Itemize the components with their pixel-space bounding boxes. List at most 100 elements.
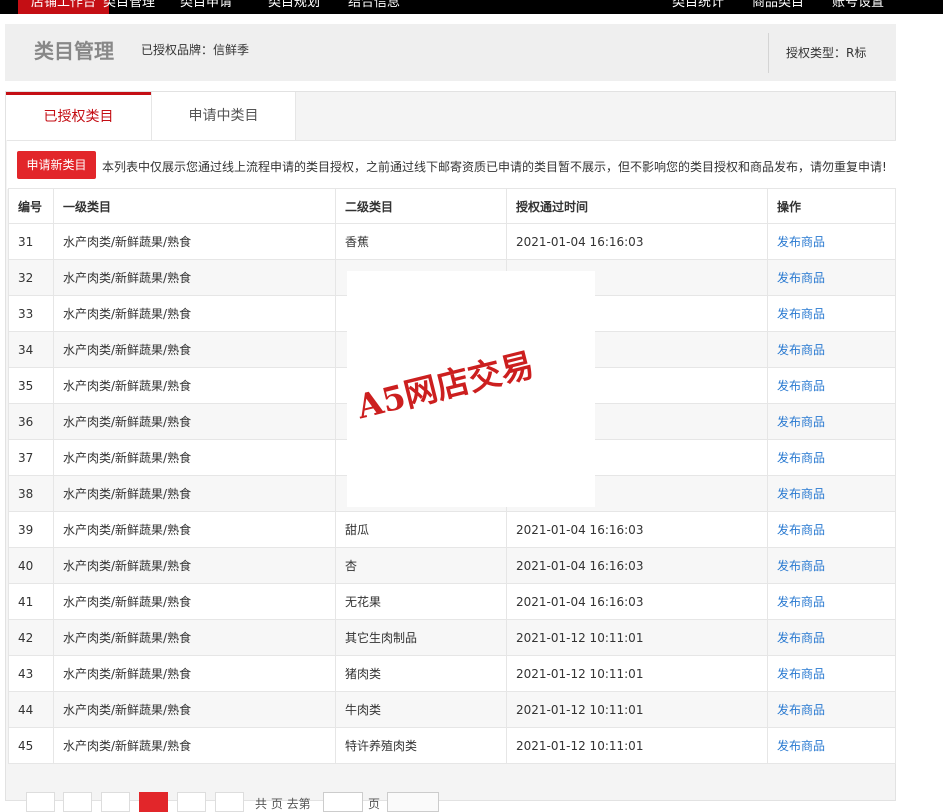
publish-product-link[interactable]: 发布商品 (777, 451, 825, 465)
publish-product-link[interactable]: 发布商品 (777, 739, 825, 753)
nav-item-workbench[interactable]: 店铺工作台 (18, 0, 110, 14)
cell-level1-category: 水产肉类/新鲜蔬果/熟食 (53, 583, 336, 620)
publish-product-link[interactable]: 发布商品 (777, 559, 825, 573)
page-title: 类目管理 (34, 39, 114, 63)
header-id: 编号 (8, 188, 54, 224)
cell-id: 36 (8, 403, 54, 440)
page-prev-button[interactable] (63, 792, 92, 812)
tab-bar: 已授权类目 申请中类目 (6, 92, 895, 140)
page-next-button[interactable] (177, 792, 206, 812)
cell-level1-category: 水产肉类/新鲜蔬果/熟食 (53, 655, 336, 692)
cell-id: 40 (8, 547, 54, 584)
cell-level1-category: 水产肉类/新鲜蔬果/熟食 (53, 547, 336, 584)
table-row: 41 水产肉类/新鲜蔬果/熟食 无花果 2021-01-04 16:16:03 发布商品 (8, 583, 896, 620)
cell-operation: 发布商品 (767, 583, 896, 620)
cell-level1-category: 水产肉类/新鲜蔬果/熟食 (53, 403, 336, 440)
cell-id: 43 (8, 655, 54, 692)
nav-item-3[interactable]: 类目规划 (268, 0, 320, 14)
cell-authorized-time: 2021-01-12 10:11:01 (506, 655, 768, 692)
authorization-type: 授权类型：R标 (786, 46, 867, 60)
header-level1-category: 一级类目 (53, 188, 336, 224)
publish-product-link[interactable]: 发布商品 (777, 703, 825, 717)
cell-id: 44 (8, 691, 54, 728)
cell-level1-category: 水产肉类/新鲜蔬果/熟食 (53, 439, 336, 476)
cell-id: 45 (8, 727, 54, 764)
page-current-button[interactable] (139, 792, 168, 812)
cell-authorized-time: 2021-01-04 16:16:03 (506, 547, 768, 584)
cell-operation: 发布商品 (767, 547, 896, 584)
page-last-button[interactable] (215, 792, 244, 812)
publish-product-link[interactable]: 发布商品 (777, 631, 825, 645)
cell-id: 42 (8, 619, 54, 656)
cell-id: 41 (8, 583, 54, 620)
cell-operation: 发布商品 (767, 511, 896, 548)
table-row: 44 水产肉类/新鲜蔬果/熟食 牛肉类 2021-01-12 10:11:01 发布商品 (8, 691, 896, 728)
cell-level1-category: 水产肉类/新鲜蔬果/熟食 (53, 295, 336, 332)
table-row: 42 水产肉类/新鲜蔬果/熟食 其它生肉制品 2021-01-12 10:11:01 发… (8, 619, 896, 656)
cell-operation: 发布商品 (767, 331, 896, 368)
publish-product-link[interactable]: 发布商品 (777, 235, 825, 249)
cell-level2-category: 香蕉 (335, 223, 507, 260)
cell-id: 34 (8, 331, 54, 368)
cell-operation: 发布商品 (767, 691, 896, 728)
table-row: 40 水产肉类/新鲜蔬果/熟食杏 2021-01-04 16:16:03 发布商品 (8, 547, 896, 584)
nav-item-right-2[interactable]: 商品类目 (752, 0, 804, 14)
nav-item-2[interactable]: 类目申请 (180, 0, 232, 14)
cell-authorized-time: 2021-01-04 16:16:03 (506, 583, 768, 620)
publish-product-link[interactable]: 发布商品 (777, 415, 825, 429)
table-row: 43 水产肉类/新鲜蔬果/熟食 猪肉类 2021-01-12 10:11:01 发布商品 (8, 655, 896, 692)
header-authorized-time: 授权通过时间 (506, 188, 768, 224)
cell-level2-category: 猪肉类 (335, 655, 507, 692)
cell-level2-category: 特许养殖肉类 (335, 727, 507, 764)
cell-id: 37 (8, 439, 54, 476)
page-first-button[interactable] (26, 792, 55, 812)
page-button[interactable] (101, 792, 130, 812)
publish-product-link[interactable]: 发布商品 (777, 487, 825, 501)
cell-level1-category: 水产肉类/新鲜蔬果/熟食 (53, 691, 336, 728)
cell-id: 38 (8, 475, 54, 512)
cell-level2-category: 其它生肉制品 (335, 619, 507, 656)
cell-operation: 发布商品 (767, 727, 896, 764)
publish-product-link[interactable]: 发布商品 (777, 523, 825, 537)
publish-product-link[interactable]: 发布商品 (777, 307, 825, 321)
cell-operation: 发布商品 (767, 295, 896, 332)
cell-operation: 发布商品 (767, 223, 896, 260)
tab-authorized-categories[interactable]: 已授权类目 (6, 92, 151, 140)
cell-level1-category: 水产肉类/新鲜蔬果/熟食 (53, 259, 336, 296)
pager-total-text: 共 页 去第 (255, 797, 311, 811)
nav-item-4[interactable]: 结合信息 (348, 0, 400, 14)
cell-operation: 发布商品 (767, 367, 896, 404)
tab-applying-categories[interactable]: 申请中类目 (151, 92, 296, 140)
cell-operation: 发布商品 (767, 403, 896, 440)
cell-level1-category: 水产肉类/新鲜蔬果/熟食 (53, 367, 336, 404)
cell-operation: 发布商品 (767, 619, 896, 656)
cell-operation: 发布商品 (767, 439, 896, 476)
watermark-text: A5网店交易 (352, 344, 538, 427)
cell-id: 31 (8, 223, 54, 260)
nav-item-right-1[interactable]: 类目统计 (672, 0, 724, 14)
notice-text: 本列表中仅展示您通过线上流程申请的类目授权，之前通过线下邮寄资质已申请的类目暂不… (102, 160, 887, 174)
publish-product-link[interactable]: 发布商品 (777, 379, 825, 393)
page-number-input[interactable] (323, 792, 363, 812)
cell-level1-category: 水产肉类/新鲜蔬果/熟食 (53, 223, 336, 260)
publish-product-link[interactable]: 发布商品 (777, 595, 825, 609)
publish-product-link[interactable]: 发布商品 (777, 343, 825, 357)
publish-product-link[interactable]: 发布商品 (777, 667, 825, 681)
page-go-button[interactable] (387, 792, 439, 812)
publish-product-link[interactable]: 发布商品 (777, 271, 825, 285)
cell-id: 35 (8, 367, 54, 404)
header-level2-category: 二级类目 (335, 188, 507, 224)
table-row: 39 水产肉类/新鲜蔬果/熟食 甜瓜 2021-01-04 16:16:03 发布商品 (8, 511, 896, 548)
cell-level2-category: 杏 (335, 547, 507, 584)
cell-id: 32 (8, 259, 54, 296)
cell-level1-category: 水产肉类/新鲜蔬果/熟食 (53, 511, 336, 548)
cell-level1-category: 水产肉类/新鲜蔬果/熟食 (53, 619, 336, 656)
header-divider (768, 33, 769, 73)
cell-level1-category: 水产肉类/新鲜蔬果/熟食 (53, 475, 336, 512)
apply-new-category-button[interactable]: 申请新类目 (17, 151, 96, 179)
nav-item-right-3[interactable]: 账号设置 (832, 0, 884, 14)
cell-authorized-time: 2021-01-12 10:11:01 (506, 691, 768, 728)
nav-item-1[interactable]: 类目管理 (103, 0, 155, 14)
top-nav: 店铺工作台 类目管理 类目申请 类目规划 结合信息 类目统计 商品类目 账号设置 (0, 0, 943, 14)
cell-level1-category: 水产肉类/新鲜蔬果/熟食 (53, 331, 336, 368)
